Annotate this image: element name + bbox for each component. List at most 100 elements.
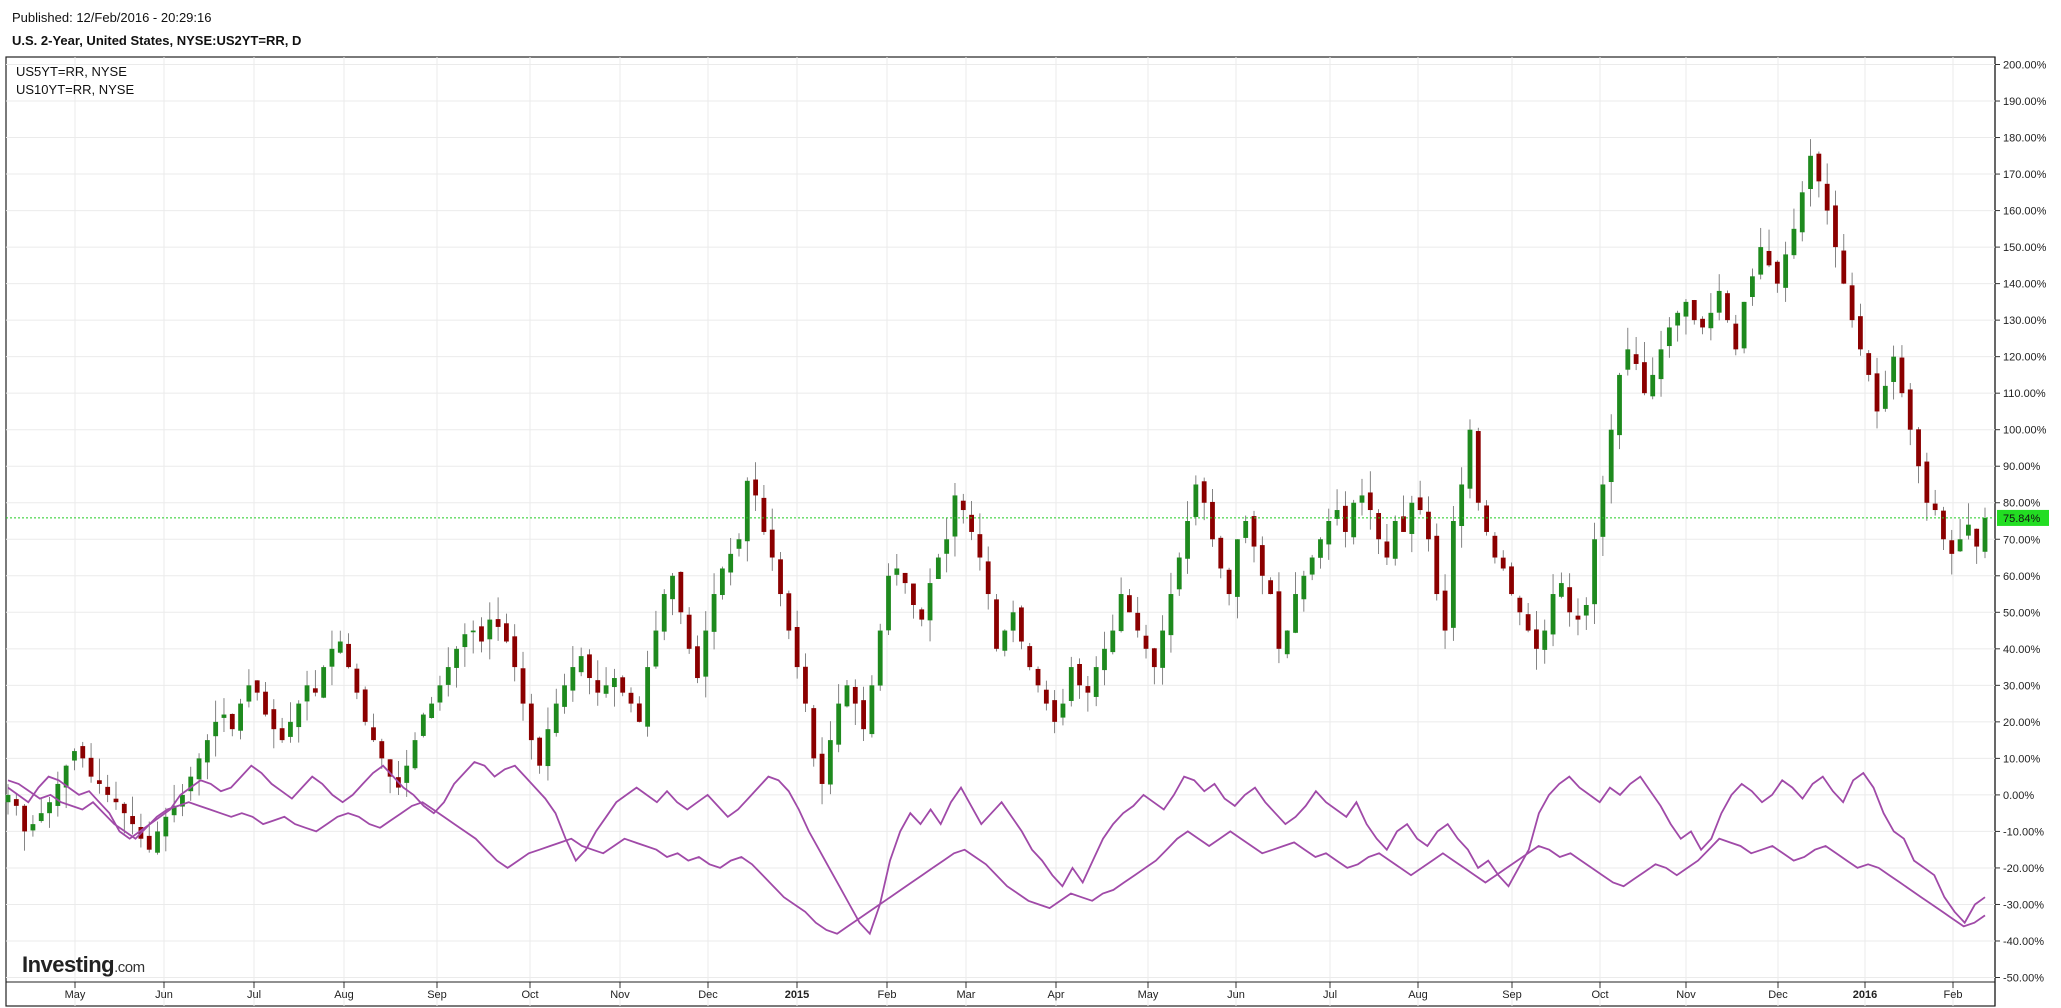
candle-body [528, 703, 534, 741]
x-tick-label: Dec [1768, 989, 1788, 1001]
x-tick-label: Apr [1047, 989, 1064, 1001]
candle-body [894, 568, 900, 575]
x-tick-label: Nov [1676, 989, 1696, 1001]
x-tick-label: Jul [247, 989, 261, 1001]
last-price-label: 75.84% [2003, 513, 2041, 525]
candle-body [1675, 312, 1681, 326]
candle-body [5, 794, 11, 803]
candle-body [911, 583, 916, 605]
candle-body [537, 737, 543, 766]
candle-body [55, 783, 61, 806]
y-tick-label: 110.00% [2003, 388, 2046, 400]
candle-body [329, 648, 335, 667]
candle-body [1060, 703, 1066, 718]
candle-body [1168, 594, 1174, 636]
candle-body [479, 626, 484, 642]
candle-body [1459, 484, 1465, 527]
candle-body [1558, 583, 1564, 597]
candle-body [1151, 648, 1157, 668]
candle-body [761, 497, 767, 532]
x-tick-label: Feb [1944, 989, 1963, 1001]
candle-body [412, 740, 418, 769]
legend: US5YT=RR, NYSE US10YT=RR, NYSE [16, 63, 134, 99]
candle-body [1102, 648, 1107, 671]
candle-body [1143, 635, 1149, 649]
candle-body [495, 619, 501, 627]
candle-body [304, 685, 310, 702]
candle-body [1467, 429, 1473, 489]
candle-body [769, 529, 775, 558]
candle-body [337, 641, 343, 653]
candle-body [229, 713, 235, 730]
grid-layer [6, 57, 1995, 1006]
candle-body [47, 802, 52, 814]
candle-body [861, 700, 866, 730]
candle-body [1750, 276, 1755, 298]
candle-body [869, 685, 875, 735]
candle-body [113, 798, 119, 803]
legend-item-us10yt[interactable]: US10YT=RR, NYSE [16, 81, 134, 99]
candle-body [22, 805, 28, 832]
candle-body [1774, 261, 1780, 284]
candle-body [1401, 516, 1406, 532]
candle-body [902, 572, 908, 584]
candle-body [1243, 521, 1249, 538]
plot-frame [5, 56, 1996, 1007]
candle-body [719, 568, 725, 596]
candle-body [130, 816, 136, 825]
candle-body [1318, 539, 1323, 558]
candle-body [1093, 667, 1099, 697]
candle-body [263, 691, 268, 715]
candle-body [1633, 354, 1639, 364]
candle-body [1525, 614, 1531, 631]
logo-brand: Investing [22, 952, 115, 977]
candle-body [1077, 663, 1082, 686]
candle-body [1891, 356, 1897, 382]
candle-body [844, 685, 850, 707]
y-tick-label: 60.00% [2003, 571, 2041, 583]
candle-body [1193, 484, 1199, 517]
candle-body [728, 553, 734, 573]
candle-body [827, 740, 833, 785]
candle-body [969, 514, 974, 532]
candle-body [246, 685, 252, 702]
candle-body [1035, 668, 1041, 686]
candle-body [105, 786, 111, 795]
candle-body [454, 648, 459, 668]
candle-body [836, 703, 842, 745]
candle-body [1251, 516, 1257, 547]
candle-body [1666, 327, 1672, 347]
candle-body [1002, 630, 1008, 651]
candle-body [628, 692, 634, 704]
legend-item-us5yt[interactable]: US5YT=RR, NYSE [16, 63, 134, 81]
candle-body [1234, 539, 1240, 597]
x-tick-label: 2015 [785, 989, 809, 1001]
candle-body [1874, 373, 1880, 412]
candle-body [1708, 312, 1714, 329]
comparison-lines [7, 760, 1986, 936]
candle-body [1492, 535, 1498, 558]
candle-body [213, 721, 219, 737]
candle-body [786, 593, 792, 631]
candle-body [1276, 591, 1282, 649]
candle-body [1733, 323, 1739, 350]
x-tick-label: Aug [334, 989, 354, 1001]
candle-body [678, 571, 684, 613]
candle-body [1808, 155, 1813, 190]
candle-body [1608, 429, 1614, 483]
candle-body [1517, 597, 1523, 613]
candle-body [994, 599, 999, 649]
candle-body [38, 813, 44, 822]
candle-body [1658, 349, 1664, 380]
chart-svg[interactable]: 75.84% 200.00% 190.00% 180.00% 170.00% 160.0… [0, 0, 2061, 1008]
candle-body [703, 630, 709, 677]
candle-body [553, 703, 559, 733]
candle-body [288, 721, 293, 737]
candle-body [960, 500, 966, 511]
candle-body [1683, 301, 1689, 317]
candle-body [1442, 590, 1448, 631]
candle-body [1226, 569, 1232, 595]
candle-body [155, 831, 160, 853]
candle-body [1284, 630, 1290, 655]
candle-body [1766, 250, 1772, 266]
